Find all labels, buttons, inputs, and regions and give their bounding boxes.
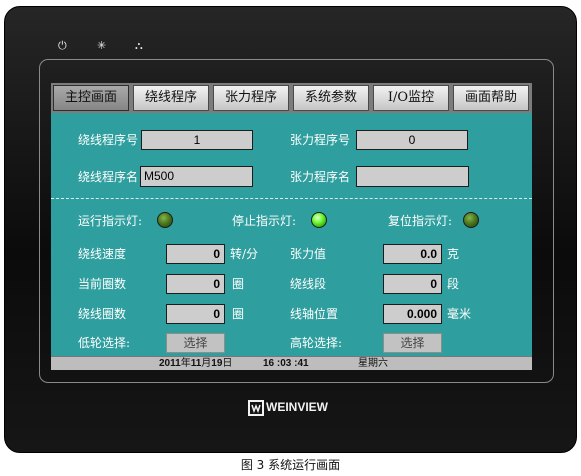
network-icon: ⛬ — [135, 39, 143, 52]
tension-program-no-field[interactable]: 0 — [356, 130, 468, 150]
tension-program-name-label: 张力程序名 — [290, 170, 351, 184]
tab-tension-program[interactable]: 张力程序 — [213, 85, 289, 111]
reset-indicator-lamp — [463, 212, 479, 228]
tension-unit: 克 — [447, 247, 460, 261]
winding-program-name-label: 绕线程序名 — [78, 170, 139, 184]
current-turns-value: 0 — [166, 274, 225, 294]
winding-speed-unit: 转/分 — [230, 247, 259, 261]
weinview-logo-text: WEINVIEW — [266, 400, 328, 414]
winding-turns-label: 绕线圈数 — [78, 307, 127, 321]
tab-system-params[interactable]: 系统参数 — [293, 85, 369, 111]
tab-bar: 主控画面 绕线程序 张力程序 系统参数 I/O监控 画面帮助 — [51, 83, 532, 113]
tab-io-monitor[interactable]: I/O监控 — [373, 85, 449, 111]
power-icon: ⏻ — [58, 39, 67, 52]
hmi-screen: 主控画面 绕线程序 张力程序 系统参数 I/O监控 画面帮助 绕线程序号 1 张… — [51, 83, 532, 370]
tab-screen-help[interactable]: 画面帮助 — [453, 85, 529, 111]
winding-turns-unit: 圈 — [232, 307, 245, 321]
winding-program-no-label: 绕线程序号 — [78, 133, 139, 147]
tension-value-field: 0.0 — [383, 244, 442, 264]
winding-turns-value: 0 — [166, 304, 225, 324]
status-date: 2011年11月19日 — [159, 358, 233, 369]
spindle-position-value: 0.000 — [383, 304, 442, 324]
tension-value-label: 张力值 — [290, 247, 327, 261]
winding-segment-label: 绕线段 — [290, 277, 327, 291]
main-panel: 绕线程序号 1 张力程序号 0 绕线程序名 M500 张力程序名 运行指示灯: … — [51, 113, 532, 356]
spindle-position-label: 线轴位置 — [290, 307, 339, 321]
section-divider — [51, 198, 532, 199]
winding-speed-value: 0 — [166, 244, 225, 264]
weinview-logo: WEINVIEW — [248, 397, 328, 417]
tab-main-control[interactable]: 主控画面 — [53, 85, 129, 111]
low-wheel-select-button[interactable]: 选择 — [166, 333, 225, 353]
winding-program-no-field[interactable]: 1 — [141, 130, 253, 150]
stop-indicator-label: 停止指示灯: — [232, 214, 297, 228]
current-turns-label: 当前圈数 — [78, 277, 127, 291]
winding-program-name-field[interactable]: M500 — [140, 166, 253, 187]
tension-program-name-field[interactable] — [356, 166, 469, 187]
tab-winding-program[interactable]: 绕线程序 — [133, 85, 209, 111]
weinview-logo-icon — [248, 399, 264, 416]
figure-caption: 图 3 系统运行画面 — [240, 458, 341, 472]
status-bar: 2011年11月19日 16 :03 :41 星期六 — [51, 356, 532, 370]
winding-speed-label: 绕线速度 — [78, 247, 127, 261]
status-weekday: 星期六 — [358, 358, 388, 369]
high-wheel-select-label: 高轮选择: — [290, 336, 343, 350]
high-wheel-select-button[interactable]: 选择 — [383, 333, 442, 353]
reset-indicator-label: 复位指示灯: — [388, 214, 453, 228]
current-turns-unit: 圈 — [232, 277, 245, 291]
stop-indicator-lamp — [311, 212, 327, 228]
winding-segment-unit: 段 — [447, 277, 460, 291]
run-indicator-lamp — [157, 212, 173, 228]
low-wheel-select-label: 低轮选择: — [78, 336, 131, 350]
run-indicator-label: 运行指示灯: — [78, 214, 143, 228]
winding-segment-value: 0 — [383, 274, 442, 294]
brightness-icon: ✳ — [97, 39, 107, 52]
status-time: 16 :03 :41 — [263, 358, 309, 369]
tension-program-no-label: 张力程序号 — [290, 133, 351, 147]
spindle-position-unit: 毫米 — [447, 307, 472, 321]
